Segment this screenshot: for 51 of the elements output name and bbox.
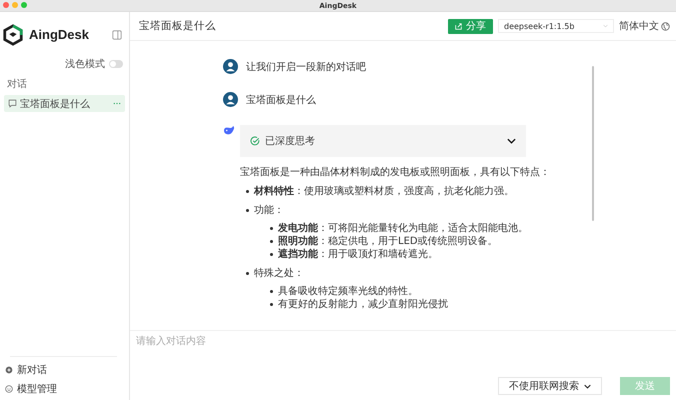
user-message: 让我们开启一段新的对话吧 (246, 60, 366, 74)
list-item: 特殊之处： (254, 267, 304, 280)
list-item: 照明功能：稳定供电，用于LED或传统照明设备。 (278, 235, 498, 248)
caret-icon (584, 384, 591, 388)
scrollbar[interactable] (592, 66, 594, 221)
chevron-icon (507, 138, 516, 144)
sidebar-footer-item[interactable]: 模型管理 (5, 382, 117, 396)
check-circle-icon (250, 136, 260, 146)
whale-icon (223, 125, 236, 136)
thinking-label: 已深度思考 (265, 134, 315, 148)
globe-icon (661, 22, 670, 30)
list-item: 遮挡功能：用于吸顶灯和墙砖遮光。 (278, 248, 438, 261)
more-icon[interactable] (113, 102, 121, 105)
bullet-icon (270, 290, 273, 293)
answer-text: 宝塔面板是一种由晶体材料制成的发电板或照明面板，具有以下特点： (240, 166, 551, 180)
sidebar-toggle-icon[interactable] (112, 30, 122, 40)
minimize-window-button[interactable] (12, 2, 18, 8)
plus-icon (5, 366, 13, 374)
theme-switch[interactable] (109, 60, 123, 68)
search-mode-dropdown[interactable]: 不使用联网搜索 (498, 377, 602, 395)
user-avatar-icon (223, 92, 238, 107)
brand-name: AingDesk (29, 27, 89, 42)
close-window-button[interactable] (3, 2, 9, 8)
user-message: 宝塔面板是什么 (246, 94, 316, 106)
list-item: 有更好的反射能力，减少直射阳光侵扰 (278, 298, 448, 311)
bullet-icon (270, 240, 273, 243)
bullet-icon (246, 209, 249, 212)
caret-icon (603, 24, 608, 28)
user-avatar-icon (223, 59, 238, 74)
language-label[interactable]: 简体中文 (619, 19, 659, 33)
model-select[interactable]: deepseek-r1:1.5b (498, 19, 614, 33)
sidebar-footer-item[interactable]: 新对话 (5, 363, 117, 377)
share-icon (455, 22, 462, 30)
section-label: 对话 (6, 78, 28, 92)
list-item: 功能： (254, 204, 284, 217)
thinking-panel[interactable]: 已深度思考 (240, 125, 526, 157)
bullet-icon (270, 227, 273, 230)
bullet-icon (246, 190, 249, 193)
list-item: 发电功能：可将阳光能量转化为电能，适合太阳能电池。 (278, 222, 528, 235)
logo-icon (2, 24, 24, 46)
conversation-item[interactable]: 宝塔面板是什么 (4, 95, 125, 112)
bullet-icon (270, 253, 273, 256)
chat-title: 宝塔面板是什么 (139, 19, 216, 33)
list-item: 具备吸收特定频率光线的特性。 (278, 285, 418, 298)
theme-label: 浅色模式 (65, 58, 105, 71)
chat-icon (8, 99, 17, 108)
zoom-window-button[interactable] (21, 2, 27, 8)
smiley-icon (5, 385, 13, 393)
bullet-icon (246, 272, 249, 275)
list-item: 材料特性：使用玻璃或塑料材质，强度高，抗老化能力强。 (254, 185, 514, 198)
bullet-icon (270, 303, 273, 306)
